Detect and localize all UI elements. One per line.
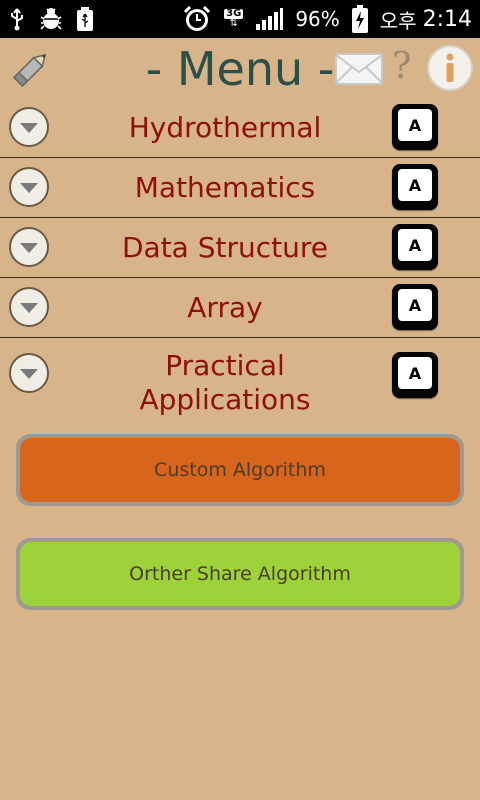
keyboard-key-icon[interactable]: A	[392, 352, 438, 398]
category-row[interactable]: Data Structure A	[0, 218, 480, 278]
status-bar-left	[8, 6, 94, 32]
info-icon[interactable]	[426, 44, 474, 92]
key-letter: A	[398, 109, 432, 141]
usb-storage-icon	[76, 6, 94, 32]
category-label[interactable]: Array	[80, 278, 370, 338]
chevron-down-icon[interactable]	[8, 352, 50, 394]
category-row[interactable]: Mathematics A	[0, 158, 480, 218]
other-share-algorithm-button[interactable]: Orther Share Algorithm	[20, 542, 460, 606]
category-label[interactable]: Practical Applications	[80, 344, 370, 422]
key-letter: A	[398, 357, 432, 389]
mail-icon[interactable]	[334, 52, 384, 86]
usb-icon	[8, 7, 26, 31]
other-share-algorithm-button-frame: Orther Share Algorithm	[16, 538, 464, 610]
chevron-down-icon[interactable]	[8, 226, 50, 268]
key-letter: A	[398, 229, 432, 261]
category-label[interactable]: Data Structure	[80, 218, 370, 278]
network-type-badge: 3G ⇅	[224, 8, 244, 29]
status-time: 2:14	[422, 6, 472, 32]
keyboard-key-icon[interactable]: A	[392, 104, 438, 150]
battery-percent: 96%	[295, 7, 340, 31]
alarm-icon	[182, 5, 212, 33]
category-row[interactable]: Hydrothermal A	[0, 98, 480, 158]
status-bar: 3G ⇅ 96% 오후 2:14	[0, 0, 480, 38]
status-time-ampm: 오후	[379, 8, 417, 33]
category-row[interactable]: Array A	[0, 278, 480, 338]
key-letter: A	[398, 289, 432, 321]
help-icon[interactable]: ?	[392, 46, 411, 87]
chevron-down-icon[interactable]	[8, 286, 50, 328]
pencil-icon[interactable]	[8, 46, 54, 92]
chevron-down-icon[interactable]	[8, 106, 50, 148]
signal-icon	[255, 7, 284, 31]
battery-charging-icon	[351, 5, 368, 33]
category-list: Hydrothermal A Mathematics A Data Struct…	[0, 98, 480, 426]
keyboard-key-icon[interactable]: A	[392, 164, 438, 210]
category-row[interactable]: Practical Applications A	[0, 338, 480, 426]
keyboard-key-icon[interactable]: A	[392, 284, 438, 330]
header: - Menu - ?	[0, 38, 480, 100]
keyboard-key-icon[interactable]: A	[392, 224, 438, 270]
key-letter: A	[398, 169, 432, 201]
custom-algorithm-button[interactable]: Custom Algorithm	[20, 438, 460, 502]
chevron-down-icon[interactable]	[8, 166, 50, 208]
status-bar-right: 3G ⇅ 96% 오후 2:14	[182, 5, 472, 34]
page-title: - Menu -	[145, 42, 335, 96]
debug-bug-icon	[38, 7, 64, 31]
category-label[interactable]: Mathematics	[80, 158, 370, 218]
category-label[interactable]: Hydrothermal	[80, 98, 370, 158]
custom-algorithm-button-frame: Custom Algorithm	[16, 434, 464, 506]
